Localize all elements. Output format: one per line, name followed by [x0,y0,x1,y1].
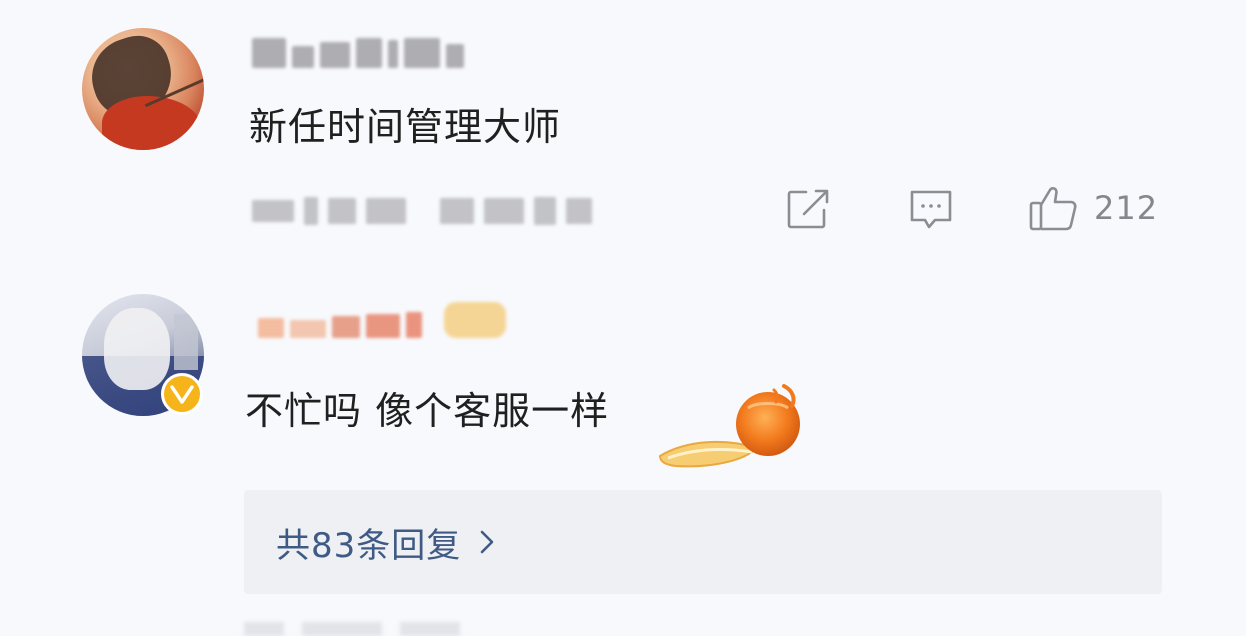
username-redacted[interactable] [258,298,506,338]
share-icon [787,189,829,229]
share-button[interactable] [786,188,830,230]
verified-badge-icon [161,373,203,415]
like-button[interactable]: 212 [1028,184,1158,232]
comment-text: 新任时间管理大师 [249,105,562,149]
avatar-face [104,308,170,390]
username-redacted[interactable] [252,34,464,68]
thumbs-up-icon [1029,187,1077,231]
reply-button[interactable] [908,188,954,232]
replies-count-label: 共83条回复 [276,525,462,566]
comment-icon [910,190,952,229]
timestamp-redacted [252,196,592,226]
view-replies-button[interactable]: 共83条回复 [244,490,1162,594]
avatar-pixelated-area [174,314,198,370]
next-comment-cutoff [244,622,1162,636]
chevron-right-icon [479,529,495,555]
comment-list: 新任时间管理大师 212 不忙吗 像个客服一样 共83条回复 [0,0,1246,636]
like-count: 212 [1094,189,1159,227]
comment-text: 不忙吗 像个客服一样 [245,389,610,433]
lantern-sticker-icon [658,384,800,468]
avatar[interactable] [82,28,204,150]
